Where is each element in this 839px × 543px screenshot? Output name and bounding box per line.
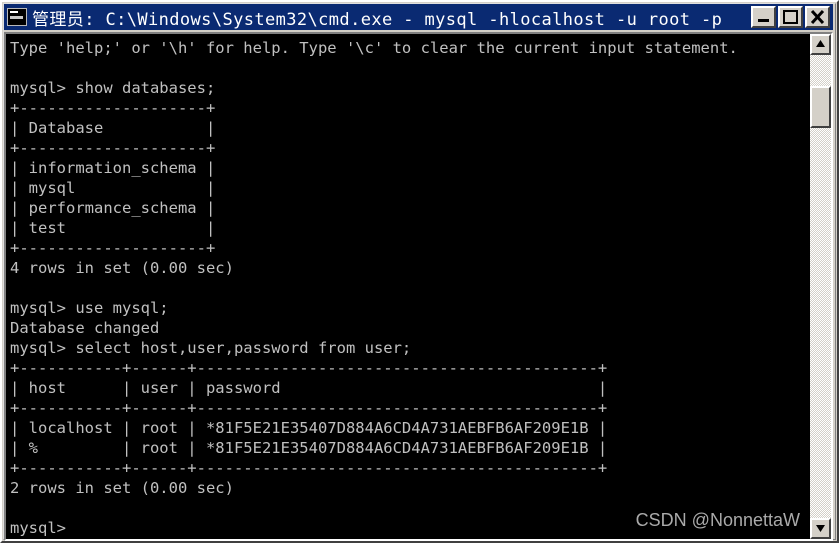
scroll-up-arrow-icon (816, 40, 825, 47)
cmd-console-icon (7, 8, 27, 26)
window-title: 管理员: C:\Windows\System32\cmd.exe - mysql… (32, 9, 723, 30)
scroll-up-button[interactable] (810, 34, 831, 55)
maximize-icon (783, 10, 798, 24)
terminal-text: Type 'help;' or '\h' for help. Type '\c'… (10, 39, 738, 537)
maximize-button[interactable] (778, 6, 803, 28)
minimize-button[interactable] (751, 6, 776, 28)
terminal-output-area[interactable]: Type 'help;' or '\h' for help. Type '\c'… (6, 34, 810, 539)
minimize-icon (758, 19, 769, 22)
window-controls (751, 6, 830, 28)
console-window: 管理员: C:\Windows\System32\cmd.exe - mysql… (0, 0, 839, 543)
scroll-down-arrow-icon (816, 525, 825, 532)
scroll-down-button[interactable] (810, 518, 831, 539)
console-client-area: Type 'help;' or '\h' for help. Type '\c'… (4, 32, 833, 541)
vertical-scrollbar[interactable] (810, 34, 831, 539)
close-button[interactable] (805, 6, 830, 28)
scrollbar-thumb[interactable] (810, 86, 831, 128)
title-bar[interactable]: 管理员: C:\Windows\System32\cmd.exe - mysql… (4, 4, 833, 30)
close-icon (810, 9, 825, 25)
watermark-text: CSDN @NonnettaW (635, 510, 800, 530)
